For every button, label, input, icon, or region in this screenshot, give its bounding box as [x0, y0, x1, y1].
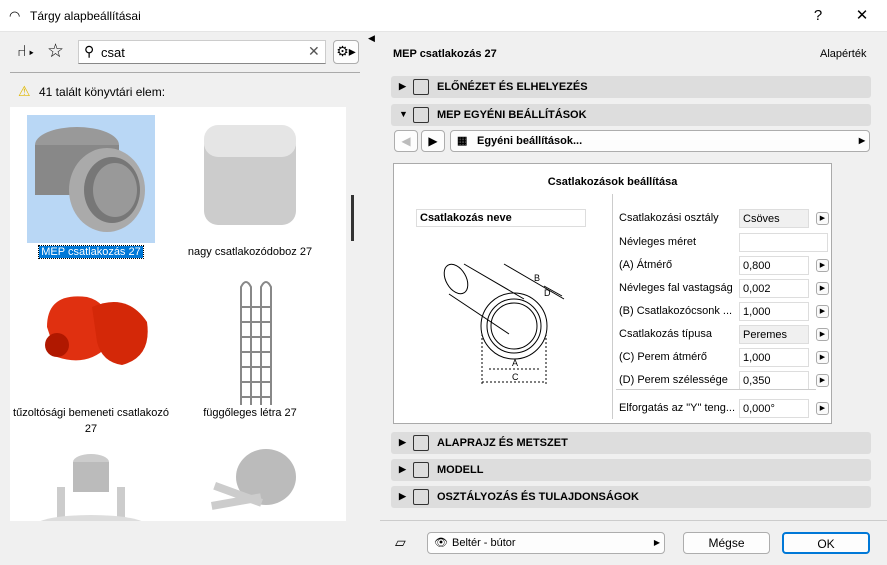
param-label: (D) Perem szélessége: [619, 374, 728, 386]
param-value[interactable]: 0,800: [739, 256, 809, 275]
library-list: MEP csatlakozás 27 nagy csatlakozódoboz …: [10, 107, 346, 521]
next-page-button[interactable]: ▶: [421, 130, 445, 152]
expand-icon: ▶: [399, 464, 406, 474]
ok-button[interactable]: OK: [782, 532, 870, 554]
label-c: C: [512, 372, 519, 382]
section-classification[interactable]: ▶ OSZTÁLYOZÁS ÉS TULAJDONSÁGOK: [391, 486, 871, 508]
chevron-right-icon: ▶: [653, 538, 660, 547]
expand-icon: ▶: [399, 81, 406, 91]
panel-title: Csatlakozások beállítása: [547, 176, 678, 188]
param-value[interactable]: [739, 233, 828, 252]
mep-icon: [413, 107, 429, 123]
expand-icon: ▶: [399, 437, 406, 447]
library-item-flange[interactable]: [186, 447, 314, 521]
param-value[interactable]: 1,000: [739, 302, 809, 321]
param-menu-arrow-icon[interactable]: ▶: [816, 351, 829, 364]
label-a: A: [512, 358, 518, 368]
library-item-label[interactable]: függőleges létra 27: [170, 405, 330, 421]
cancel-button[interactable]: Mégse: [683, 532, 770, 554]
param-value[interactable]: Peremes: [739, 325, 809, 344]
library-item-mep-connection[interactable]: [27, 115, 155, 243]
close-button[interactable]: ✕: [840, 0, 884, 32]
param-value[interactable]: 0,350: [739, 371, 809, 390]
section-preview[interactable]: ▶ ELŐNÉZET ÉS ELHELYEZÉS: [391, 76, 871, 98]
param-menu-arrow-icon[interactable]: ▶: [816, 259, 829, 272]
floor-plan-icon: [413, 435, 429, 451]
app-icon: ◠: [9, 8, 21, 23]
chevron-right-icon: ▶: [858, 136, 865, 145]
param-menu-arrow-icon[interactable]: ▶: [816, 374, 829, 387]
param-menu-arrow-icon[interactable]: ▶: [816, 212, 829, 225]
section-mep[interactable]: ▼ MEP EGYÉNI BEÁLLÍTÁSOK: [391, 104, 871, 126]
warning-icon: ⚠: [18, 83, 31, 99]
param-value[interactable]: Csöves: [739, 209, 809, 228]
chair-icon[interactable]: ⑁▸: [17, 43, 36, 61]
section-model[interactable]: ▶ MODELL: [391, 459, 871, 481]
param-menu-arrow-icon[interactable]: ▶: [816, 305, 829, 318]
param-value[interactable]: 0,002: [739, 279, 809, 298]
document-icon: [413, 489, 429, 505]
expand-icon: ▶: [399, 491, 406, 501]
eye-icon: 👁: [434, 537, 448, 549]
library-item-ladder[interactable]: [186, 277, 314, 405]
layer-select[interactable]: 👁 Beltér - bútor ▶: [427, 532, 665, 554]
label-d: D: [544, 288, 551, 298]
param-menu-arrow-icon[interactable]: ▶: [816, 328, 829, 341]
star-icon[interactable]: ☆: [47, 40, 64, 63]
library-item-stand[interactable]: [27, 447, 155, 521]
param-label: Névleges fal vastagság: [619, 282, 733, 294]
search-icon: ⚲: [84, 43, 95, 59]
param-label: (A) Átmérő: [619, 259, 673, 271]
param-label: Csatlakozás típusa: [619, 328, 712, 340]
window-title: Tárgy alapbeállításai: [30, 9, 141, 23]
param-menu-arrow-icon[interactable]: ▶: [816, 282, 829, 295]
search-value: csat: [101, 45, 125, 60]
collapse-icon: ▼: [399, 109, 408, 119]
connection-diagram: A C B D: [443, 263, 565, 384]
collapse-pane-icon[interactable]: ◀: [368, 33, 375, 44]
label-b: B: [534, 273, 540, 283]
param-value[interactable]: 0,000°: [739, 399, 809, 418]
search-input[interactable]: ⚲ csat ✕: [78, 40, 326, 64]
connection-settings-panel: Csatlakozások beállítása Csatlakozás nev…: [393, 163, 832, 424]
library-item-label[interactable]: nagy csatlakozódoboz 27: [170, 244, 330, 260]
clear-icon[interactable]: ✕: [308, 43, 320, 60]
preview-icon: [413, 79, 429, 95]
divider: [380, 520, 887, 521]
prev-page-button[interactable]: ◀: [394, 130, 418, 152]
param-value[interactable]: 1,000: [739, 348, 809, 367]
scrollbar[interactable]: [351, 195, 354, 241]
param-label: Elforgatás az "Y" teng...: [619, 402, 736, 414]
divider: [10, 72, 360, 73]
settings-gear-button[interactable]: ⚙▸: [333, 40, 359, 64]
divider: [612, 194, 613, 419]
title-bar: ◠ Tárgy alapbeállításai ? ✕: [0, 0, 887, 32]
default-label: Alapérték: [820, 48, 867, 60]
divider: [616, 389, 816, 390]
param-menu-arrow-icon[interactable]: ▶: [816, 402, 829, 415]
object-title: MEP csatlakozás 27: [393, 48, 497, 60]
param-label: (B) Csatlakozócsonk ...: [619, 305, 733, 317]
param-label: (C) Perem átmérő: [619, 351, 708, 363]
library-item-fire-inlet[interactable]: [27, 277, 155, 405]
help-button[interactable]: ?: [796, 0, 840, 32]
layer-icon: ▱: [395, 534, 406, 550]
library-item-junction-box[interactable]: [186, 115, 314, 243]
settings-page-icon: ▦: [457, 135, 468, 147]
cube-icon: [413, 462, 429, 478]
result-count: 41 talált könyvtári elem:: [39, 85, 166, 99]
library-item-label[interactable]: tűzoltósági bemeneti csatlakozó 27: [11, 405, 171, 437]
section-floor-plan[interactable]: ▶ ALAPRAJZ ÉS METSZET: [391, 432, 871, 454]
library-item-label[interactable]: MEP csatlakozás 27: [11, 244, 171, 260]
page-select[interactable]: Egyéni beállítások... ▦ ▶: [450, 130, 870, 152]
param-label: Csatlakozási osztály: [619, 212, 719, 224]
param-label: Névleges méret: [619, 236, 697, 248]
connection-name-field[interactable]: Csatlakozás neve: [416, 209, 586, 227]
